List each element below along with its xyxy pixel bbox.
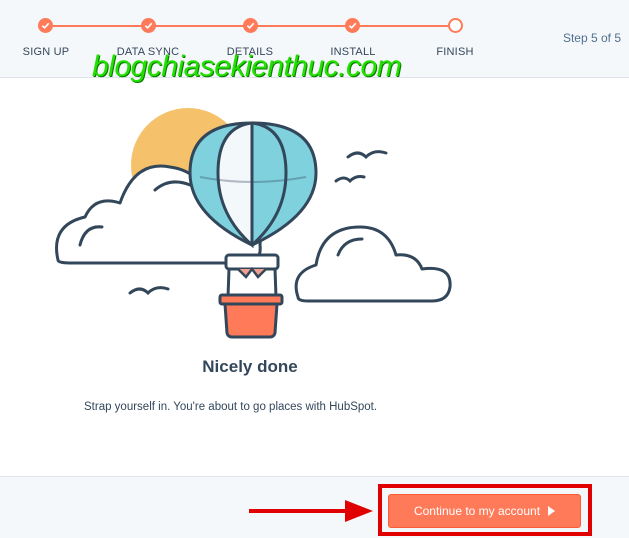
continue-button-label: Continue to my account [413, 504, 541, 518]
hot-air-balloon-illustration [55, 108, 452, 339]
bird-icon [346, 150, 388, 160]
step-check-icon [243, 18, 258, 33]
step-label-finish: FINISH [436, 46, 474, 58]
step-pending-icon [448, 18, 463, 33]
step-counter: Step 5 of 5 [562, 31, 621, 45]
step-label-sign-up: SIGN UP [22, 46, 70, 58]
step-check-icon [38, 18, 53, 33]
continue-to-account-button[interactable]: Continue to my account [388, 494, 581, 528]
step-check-icon [141, 18, 156, 33]
bird-icon [334, 175, 366, 184]
step-check-icon [345, 18, 360, 33]
page-subtitle: Strap yourself in. You're about to go pl… [84, 401, 378, 413]
play-icon [548, 506, 556, 516]
cloud-icon [294, 225, 452, 303]
red-arrow-annotation [249, 500, 373, 522]
watermark-text: blogchiasekienthuc.com [92, 50, 402, 83]
page-title: Nicely done [202, 357, 298, 376]
bird-icon [128, 286, 170, 296]
